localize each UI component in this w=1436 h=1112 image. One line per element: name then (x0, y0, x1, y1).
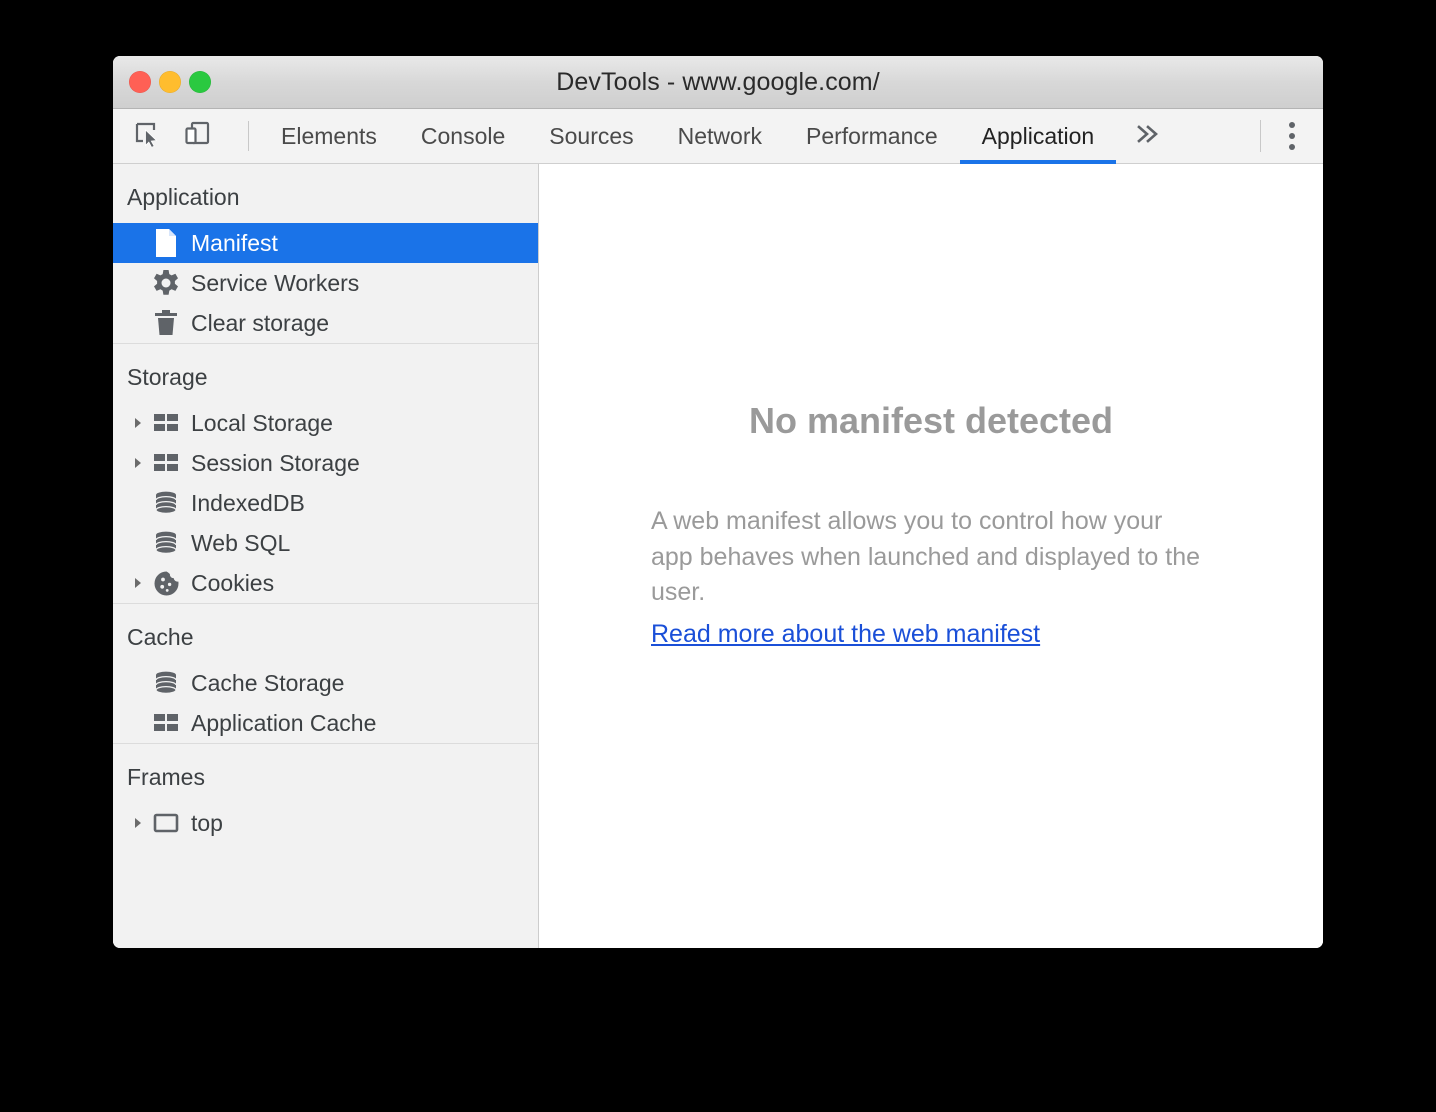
tab-network[interactable]: Network (656, 109, 784, 163)
sidebar-item-clear-storage[interactable]: Clear storage (113, 303, 538, 343)
read-more-link[interactable]: Read more about the web manifest (651, 617, 1040, 653)
tab-application[interactable]: Application (959, 109, 1117, 164)
toolbar-separator (248, 121, 249, 151)
application-sidebar: Application Manifest Service Workers Cle… (113, 164, 539, 948)
cookie-icon (149, 570, 183, 597)
sidebar-section-application: Application Manifest Service Workers Cle… (113, 164, 538, 343)
sidebar-item-cookies[interactable]: Cookies (113, 563, 538, 603)
gear-icon (149, 269, 183, 297)
empty-state-description: A web manifest allows you to control how… (651, 504, 1211, 652)
toolbar-tool-buttons (113, 109, 249, 163)
sidebar-section-title: Application (127, 184, 240, 210)
sidebar-item-label: Clear storage (191, 309, 330, 336)
database-icon (149, 670, 183, 696)
kebab-dot-icon (1289, 144, 1295, 150)
sidebar-item-local-storage[interactable]: Local Storage (113, 403, 538, 443)
sidebar-section-title: Cache (127, 624, 194, 650)
close-window-button[interactable] (129, 71, 151, 93)
panel-tabs: Elements Console Sources Network Perform… (259, 109, 1180, 164)
more-tabs-button[interactable] (1116, 109, 1180, 163)
inspect-element-button[interactable] (130, 119, 164, 153)
table-icon (149, 412, 183, 434)
sidebar-item-label: top (191, 809, 223, 836)
window-title-bar: DevTools - www.google.com/ (113, 56, 1323, 109)
sidebar-item-label: Session Storage (191, 449, 360, 476)
tab-elements[interactable]: Elements (259, 109, 399, 163)
database-icon (149, 490, 183, 516)
sidebar-section-storage: Storage Local Storage Session Storage In… (113, 343, 538, 603)
sidebar-item-cache-storage[interactable]: Cache Storage (113, 663, 538, 703)
empty-state-description-text: A web manifest allows you to control how… (651, 507, 1201, 606)
sidebar-item-web-sql[interactable]: Web SQL (113, 523, 538, 563)
database-icon (149, 530, 183, 556)
chevron-double-right-icon (1134, 123, 1162, 150)
sidebar-item-label: Cache Storage (191, 669, 345, 696)
sidebar-item-service-workers[interactable]: Service Workers (113, 263, 538, 303)
sidebar-section-title: Frames (127, 764, 205, 790)
sidebar-item-application-cache[interactable]: Application Cache (113, 703, 538, 743)
window-controls (129, 56, 211, 108)
tab-console[interactable]: Console (399, 109, 527, 163)
sidebar-item-label: Application Cache (191, 709, 377, 736)
document-icon (149, 228, 183, 258)
tab-performance[interactable]: Performance (784, 109, 960, 163)
sidebar-section-title: Storage (127, 364, 208, 390)
sidebar-item-label: Manifest (191, 229, 278, 256)
trash-icon (149, 309, 183, 337)
sidebar-item-indexeddb[interactable]: IndexedDB (113, 483, 538, 523)
window-title: DevTools - www.google.com/ (556, 67, 880, 96)
sidebar-item-manifest[interactable]: Manifest (113, 223, 538, 263)
kebab-dot-icon (1289, 122, 1295, 128)
chevron-right-icon[interactable] (127, 456, 149, 470)
manifest-empty-state: No manifest detected A web manifest allo… (539, 400, 1323, 652)
device-toolbar-button[interactable] (180, 119, 214, 153)
sidebar-section-cache: Cache Cache Storage Application Cache (113, 603, 538, 743)
tab-sources[interactable]: Sources (527, 109, 655, 163)
sidebar-item-label: Local Storage (191, 409, 333, 436)
sidebar-item-session-storage[interactable]: Session Storage (113, 443, 538, 483)
inspect-element-icon (134, 121, 160, 152)
sidebar-section-frames: Frames top (113, 743, 538, 843)
sidebar-item-label: IndexedDB (191, 489, 305, 516)
sidebar-item-label: Service Workers (191, 269, 360, 296)
minimize-window-button[interactable] (159, 71, 181, 93)
kebab-dot-icon (1289, 133, 1295, 139)
devtools-window: DevTools - www.google.com/ Elements Cons… (113, 56, 1323, 948)
maximize-window-button[interactable] (189, 71, 211, 93)
device-toolbar-icon (184, 121, 210, 152)
manifest-view: No manifest detected A web manifest allo… (539, 164, 1323, 948)
sidebar-item-label: Web SQL (191, 529, 291, 556)
chevron-right-icon[interactable] (127, 576, 149, 590)
application-panel: Application Manifest Service Workers Cle… (113, 164, 1323, 948)
table-icon (149, 712, 183, 734)
frame-icon (149, 812, 183, 834)
sidebar-item-label: Cookies (191, 569, 275, 596)
chevron-right-icon[interactable] (127, 816, 149, 830)
table-icon (149, 452, 183, 474)
devtools-toolbar: Elements Console Sources Network Perform… (113, 109, 1323, 164)
devtools-main-menu-button[interactable] (1261, 109, 1323, 163)
empty-state-title: No manifest detected (748, 400, 1114, 441)
chevron-right-icon[interactable] (127, 416, 149, 430)
toolbar-right-group (1260, 109, 1323, 163)
sidebar-item-top-frame[interactable]: top (113, 803, 538, 843)
